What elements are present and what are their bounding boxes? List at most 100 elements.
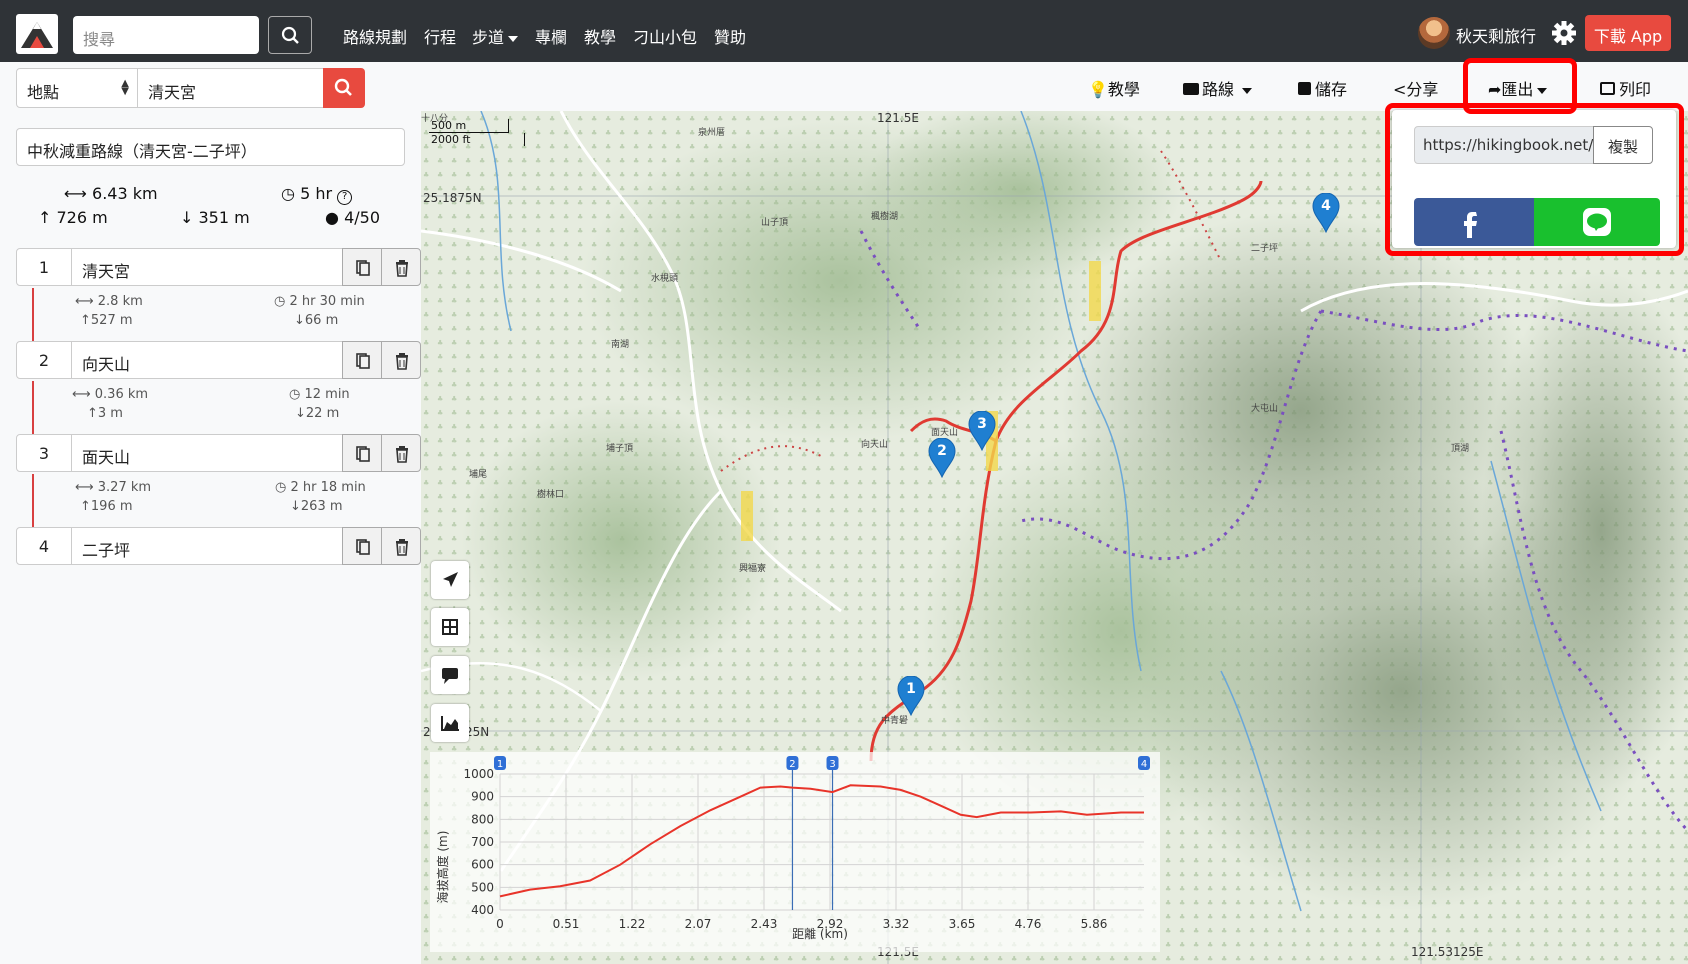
save-button[interactable]: 儲存 [1298,76,1347,100]
place-search-input[interactable]: 清天宮 [137,68,324,108]
clock-icon: ◷ [289,387,305,402]
chevron-down-icon [508,35,519,42]
delete-waypoint-button[interactable] [381,248,421,286]
waypoint-row-1: 1 清天宮 [16,248,421,286]
nav-sponsor[interactable]: 贊助 [714,24,746,48]
route-marker-label: 3 [977,416,987,432]
chart-y-ticks: 1000 900 800 700 600 500 400 [463,767,494,917]
descent-arrow-icon: ↓ [294,313,305,328]
copy-waypoint-button[interactable] [342,248,382,286]
horizontal-arrows-icon: ⟷ [75,294,98,309]
elevation-chart[interactable]: 1000 900 800 700 600 500 400 0 0.51 1.22 2.07 2.43… [430,752,1160,952]
waypoint-number: 1 [16,248,72,286]
trash-icon [396,353,408,370]
ascent-arrow-icon: ↑ [38,208,52,227]
x-tick-label: 0.51 [553,917,580,931]
coord-bottom-right: 121.53125E [1411,945,1484,959]
x-tick-label: 2.43 [751,917,778,931]
map-label: 埔尾 [469,470,488,480]
printer-icon [1600,82,1615,95]
help-icon[interactable]: ? [337,190,353,205]
share-button[interactable]: <分享 [1393,76,1438,100]
waypoint-name-input[interactable]: 二子坪 [71,527,343,565]
nav-trails[interactable]: 步道 [472,24,519,48]
username[interactable]: 秋天剩旅行 [1456,23,1536,47]
map-label: 山子頂 [761,218,789,228]
segment-3-time: ◷ 2 hr 18 min [275,480,366,495]
waypoint-number: 3 [16,434,72,472]
segment-1-ascent-value: 527 m [90,313,133,328]
locate-button[interactable] [431,561,469,599]
download-app-button[interactable]: 下載 App [1585,15,1671,51]
copy-waypoint-button[interactable] [342,434,382,472]
save-label: 儲存 [1315,80,1348,99]
route-marker-2[interactable]: 2 [927,437,957,479]
folder-icon [1183,83,1199,95]
map-label: 埔子頂 [606,444,634,454]
nav-route-planning[interactable]: 路線規劃 [343,24,407,48]
share-label: 分享 [1406,80,1439,99]
route-marker-3[interactable]: 3 [967,410,997,452]
avatar[interactable] [1418,17,1450,49]
route-marker-4[interactable]: 4 [1311,192,1341,234]
print-button[interactable]: 列印 [1600,76,1651,100]
route-marker-label: 1 [906,681,916,697]
trash-icon [396,539,408,556]
chart-grid [499,773,1144,911]
segment-1-descent-value: 66 m [304,313,339,328]
route-sidebar: 地點 ▲ ▼ 清天宮 中秋減重路線（清天宮-二子坪） ⟷ 6.43 km ◷ 5 … [0,62,421,964]
nav-tutorial[interactable]: 教學 [584,24,616,48]
nav-trips[interactable]: 行程 [424,24,456,48]
summary-descent-value: 351 m [198,208,250,227]
copy-icon [356,353,370,369]
floppy-disk-icon [1298,82,1311,95]
logo[interactable] [16,14,58,54]
segment-1-descent: ↓66 m [294,313,338,328]
waypoint-name-input[interactable]: 面天山 [71,434,343,472]
waypoint-name-input[interactable]: 向天山 [71,341,343,379]
segment-1-ascent: ↑527 m [80,313,133,328]
map-label: 向天山 [861,440,889,450]
y-tick-label: 500 [471,880,494,894]
waypoint-name-input[interactable]: 清天宮 [71,248,343,286]
delete-waypoint-button[interactable] [381,527,421,565]
elevation-chart-svg: 1000 900 800 700 600 500 400 0 0.51 1.22 2.07 2.43… [435,756,1150,941]
search-button[interactable] [268,16,312,54]
place-search-button[interactable] [323,68,365,108]
comments-button[interactable] [431,656,469,694]
layers-button[interactable] [431,608,469,646]
segment-2-time: ◷ 12 min [289,387,350,402]
segment-2-descent-value: 22 m [305,406,340,421]
search-type-select[interactable]: 地點 ▲ ▼ [16,68,138,108]
waypoint-badge-label: 2 [789,759,795,770]
route-menu-button[interactable]: 路線 [1183,76,1253,100]
y-tick-label: 800 [471,812,494,826]
x-tick-label: 0 [496,917,504,931]
summary-descent: ↓ 351 m [180,208,250,227]
coord-top: 121.5E [877,111,919,125]
map-pin-icon: ● [325,208,339,227]
share-icon: < [1393,80,1407,99]
settings-button[interactable] [1550,19,1578,47]
delete-waypoint-button[interactable] [381,434,421,472]
popover-highlight-box [1385,103,1684,256]
copy-waypoint-button[interactable] [342,527,382,565]
nav-columns[interactable]: 專欄 [535,24,567,48]
elevation-toggle-button[interactable] [431,704,469,742]
summary-distance-value: 6.43 km [92,184,158,203]
search-input[interactable]: 搜尋 [73,16,259,54]
route-name-field[interactable]: 中秋減重路線（清天宮-二子坪） [16,128,405,166]
route-menu-label: 路線 [1202,80,1235,99]
copy-icon [356,260,370,276]
route-marker-1[interactable]: 1 [896,675,926,717]
waypoint-badge-label: 4 [1141,759,1147,770]
delete-waypoint-button[interactable] [381,341,421,379]
print-label: 列印 [1619,80,1652,99]
hikingbook-page: 搜尋 路線規劃 行程 步道 專欄 教學 刁山小包 贊助 秋天剩旅行 下載 App… [0,0,1688,964]
segment-3-descent: ↓263 m [290,499,343,514]
copy-waypoint-button[interactable] [342,341,382,379]
segment-3-ascent: ↑196 m [80,499,133,514]
nav-diaoshan-bag[interactable]: 刁山小包 [633,24,697,48]
tutorial-button[interactable]: 💡教學 [1088,76,1140,100]
route-marker-label: 4 [1321,198,1331,214]
